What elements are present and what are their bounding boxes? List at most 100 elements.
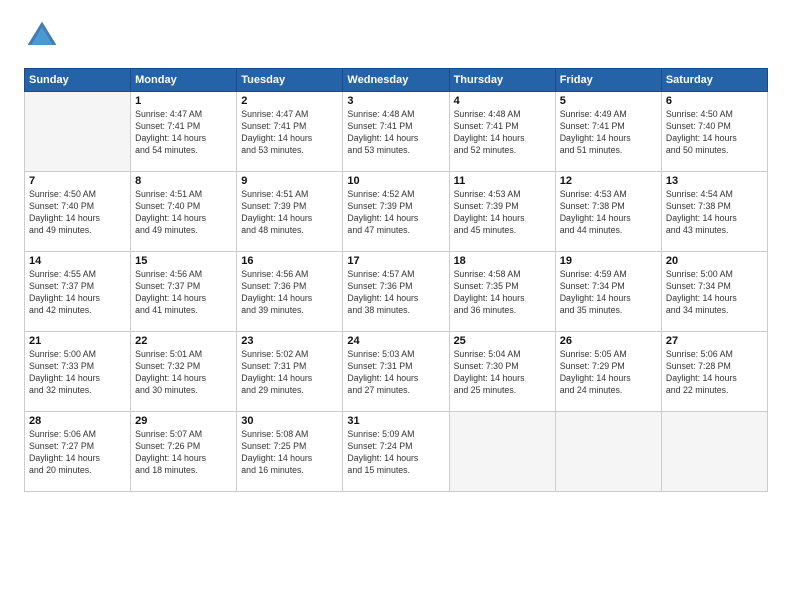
day-number: 15 xyxy=(135,255,232,267)
calendar-cell: 29 Sunrise: 5:07 AMSunset: 7:26 PMDayligh… xyxy=(131,412,237,492)
calendar-cell: 14Sunrise: 4:55 AMSunset: 7:37 PMDayligh… xyxy=(25,252,131,332)
cell-info: Sunrise: 4:47 AMSunset: 7:41 PMDaylight:… xyxy=(241,109,338,157)
calendar-cell: 2 Sunrise: 4:47 AMSunset: 7:41 PMDaylight… xyxy=(237,92,343,172)
week-row-5: 28 Sunrise: 5:06 AMSunset: 7:27 PMDayligh… xyxy=(25,412,768,492)
cell-info: Sunrise: 5:03 AMSunset: 7:31 PMDaylight:… xyxy=(347,349,444,397)
header-row: SundayMondayTuesdayWednesdayThursdayFrid… xyxy=(25,69,768,92)
day-number: 2 xyxy=(241,95,338,107)
calendar-table: SundayMondayTuesdayWednesdayThursdayFrid… xyxy=(24,68,768,492)
day-number: 4 xyxy=(454,95,551,107)
calendar-cell: 6 Sunrise: 4:50 AMSunset: 7:40 PMDaylight… xyxy=(661,92,767,172)
calendar-cell: 1Sunrise: 4:47 AMSunset: 7:41 PMDaylight… xyxy=(131,92,237,172)
cell-info: Sunrise: 4:47 AMSunset: 7:41 PMDaylight:… xyxy=(135,109,232,157)
page-container: SundayMondayTuesdayWednesdayThursdayFrid… xyxy=(0,0,792,504)
cell-info: Sunrise: 5:00 AMSunset: 7:33 PMDaylight:… xyxy=(29,349,126,397)
cell-info: Sunrise: 4:56 AMSunset: 7:37 PMDaylight:… xyxy=(135,269,232,317)
cell-info: Sunrise: 4:56 AMSunset: 7:36 PMDaylight:… xyxy=(241,269,338,317)
calendar-cell: 4 Sunrise: 4:48 AMSunset: 7:41 PMDaylight… xyxy=(449,92,555,172)
day-number: 29 xyxy=(135,415,232,427)
calendar-cell: 8 Sunrise: 4:51 AMSunset: 7:40 PMDaylight… xyxy=(131,172,237,252)
cell-info: Sunrise: 5:09 AMSunset: 7:24 PMDaylight:… xyxy=(347,429,444,477)
calendar-cell: 25 Sunrise: 5:04 AMSunset: 7:30 PMDayligh… xyxy=(449,332,555,412)
day-number: 12 xyxy=(560,175,657,187)
calendar-cell: 21 Sunrise: 5:00 AMSunset: 7:33 PMDayligh… xyxy=(25,332,131,412)
calendar-cell: 11 Sunrise: 4:53 AMSunset: 7:39 PMDayligh… xyxy=(449,172,555,252)
logo-icon xyxy=(24,18,60,54)
day-number: 24 xyxy=(347,335,444,347)
day-number: 7 xyxy=(29,175,126,187)
cell-info: Sunrise: 5:08 AMSunset: 7:25 PMDaylight:… xyxy=(241,429,338,477)
calendar-cell xyxy=(449,412,555,492)
day-number: 31 xyxy=(347,415,444,427)
cell-info: Sunrise: 4:51 AMSunset: 7:39 PMDaylight:… xyxy=(241,189,338,237)
cell-info: Sunrise: 4:58 AMSunset: 7:35 PMDaylight:… xyxy=(454,269,551,317)
day-number: 16 xyxy=(241,255,338,267)
calendar-cell: 27 Sunrise: 5:06 AMSunset: 7:28 PMDayligh… xyxy=(661,332,767,412)
header xyxy=(24,18,768,54)
calendar-cell: 20 Sunrise: 5:00 AMSunset: 7:34 PMDayligh… xyxy=(661,252,767,332)
day-number: 25 xyxy=(454,335,551,347)
calendar-cell xyxy=(25,92,131,172)
cell-info: Sunrise: 4:49 AMSunset: 7:41 PMDaylight:… xyxy=(560,109,657,157)
calendar-cell: 12 Sunrise: 4:53 AMSunset: 7:38 PMDayligh… xyxy=(555,172,661,252)
day-number: 20 xyxy=(666,255,763,267)
day-number: 21 xyxy=(29,335,126,347)
col-header-monday: Monday xyxy=(131,69,237,92)
calendar-cell: 26Sunrise: 5:05 AMSunset: 7:29 PMDayligh… xyxy=(555,332,661,412)
cell-info: Sunrise: 5:01 AMSunset: 7:32 PMDaylight:… xyxy=(135,349,232,397)
cell-info: Sunrise: 4:50 AMSunset: 7:40 PMDaylight:… xyxy=(666,109,763,157)
cell-info: Sunrise: 5:05 AMSunset: 7:29 PMDaylight:… xyxy=(560,349,657,397)
cell-info: Sunrise: 4:48 AMSunset: 7:41 PMDaylight:… xyxy=(347,109,444,157)
col-header-sunday: Sunday xyxy=(25,69,131,92)
calendar-cell: 19 Sunrise: 4:59 AMSunset: 7:34 PMDayligh… xyxy=(555,252,661,332)
day-number: 17 xyxy=(347,255,444,267)
cell-info: Sunrise: 4:54 AMSunset: 7:38 PMDaylight:… xyxy=(666,189,763,237)
cell-info: Sunrise: 4:53 AMSunset: 7:38 PMDaylight:… xyxy=(560,189,657,237)
col-header-tuesday: Tuesday xyxy=(237,69,343,92)
cell-info: Sunrise: 4:52 AMSunset: 7:39 PMDaylight:… xyxy=(347,189,444,237)
day-number: 9 xyxy=(241,175,338,187)
day-number: 23 xyxy=(241,335,338,347)
calendar-cell xyxy=(555,412,661,492)
day-number: 11 xyxy=(454,175,551,187)
cell-info: Sunrise: 4:48 AMSunset: 7:41 PMDaylight:… xyxy=(454,109,551,157)
day-number: 6 xyxy=(666,95,763,107)
col-header-wednesday: Wednesday xyxy=(343,69,449,92)
day-number: 8 xyxy=(135,175,232,187)
calendar-cell: 24 Sunrise: 5:03 AMSunset: 7:31 PMDayligh… xyxy=(343,332,449,412)
calendar-cell: 31 Sunrise: 5:09 AMSunset: 7:24 PMDayligh… xyxy=(343,412,449,492)
day-number: 5 xyxy=(560,95,657,107)
logo xyxy=(24,18,64,54)
calendar-cell: 7 Sunrise: 4:50 AMSunset: 7:40 PMDaylight… xyxy=(25,172,131,252)
day-number: 19 xyxy=(560,255,657,267)
day-number: 27 xyxy=(666,335,763,347)
cell-info: Sunrise: 4:51 AMSunset: 7:40 PMDaylight:… xyxy=(135,189,232,237)
cell-info: Sunrise: 5:00 AMSunset: 7:34 PMDaylight:… xyxy=(666,269,763,317)
cell-info: Sunrise: 5:06 AMSunset: 7:28 PMDaylight:… xyxy=(666,349,763,397)
day-number: 18 xyxy=(454,255,551,267)
cell-info: Sunrise: 4:50 AMSunset: 7:40 PMDaylight:… xyxy=(29,189,126,237)
day-number: 13 xyxy=(666,175,763,187)
calendar-cell: 18 Sunrise: 4:58 AMSunset: 7:35 PMDayligh… xyxy=(449,252,555,332)
week-row-1: 1Sunrise: 4:47 AMSunset: 7:41 PMDaylight… xyxy=(25,92,768,172)
cell-info: Sunrise: 4:59 AMSunset: 7:34 PMDaylight:… xyxy=(560,269,657,317)
calendar-cell: 13 Sunrise: 4:54 AMSunset: 7:38 PMDayligh… xyxy=(661,172,767,252)
calendar-cell: 22Sunrise: 5:01 AMSunset: 7:32 PMDayligh… xyxy=(131,332,237,412)
calendar-cell: 23Sunrise: 5:02 AMSunset: 7:31 PMDayligh… xyxy=(237,332,343,412)
col-header-thursday: Thursday xyxy=(449,69,555,92)
week-row-3: 14Sunrise: 4:55 AMSunset: 7:37 PMDayligh… xyxy=(25,252,768,332)
calendar-cell: 17 Sunrise: 4:57 AMSunset: 7:36 PMDayligh… xyxy=(343,252,449,332)
cell-info: Sunrise: 5:04 AMSunset: 7:30 PMDaylight:… xyxy=(454,349,551,397)
day-number: 3 xyxy=(347,95,444,107)
calendar-cell: 15 Sunrise: 4:56 AMSunset: 7:37 PMDayligh… xyxy=(131,252,237,332)
calendar-cell: 16 Sunrise: 4:56 AMSunset: 7:36 PMDayligh… xyxy=(237,252,343,332)
calendar-cell: 5 Sunrise: 4:49 AMSunset: 7:41 PMDaylight… xyxy=(555,92,661,172)
cell-info: Sunrise: 5:06 AMSunset: 7:27 PMDaylight:… xyxy=(29,429,126,477)
calendar-cell: 3 Sunrise: 4:48 AMSunset: 7:41 PMDaylight… xyxy=(343,92,449,172)
cell-info: Sunrise: 4:57 AMSunset: 7:36 PMDaylight:… xyxy=(347,269,444,317)
week-row-2: 7 Sunrise: 4:50 AMSunset: 7:40 PMDaylight… xyxy=(25,172,768,252)
day-number: 28 xyxy=(29,415,126,427)
cell-info: Sunrise: 5:07 AMSunset: 7:26 PMDaylight:… xyxy=(135,429,232,477)
cell-info: Sunrise: 4:53 AMSunset: 7:39 PMDaylight:… xyxy=(454,189,551,237)
week-row-4: 21 Sunrise: 5:00 AMSunset: 7:33 PMDayligh… xyxy=(25,332,768,412)
